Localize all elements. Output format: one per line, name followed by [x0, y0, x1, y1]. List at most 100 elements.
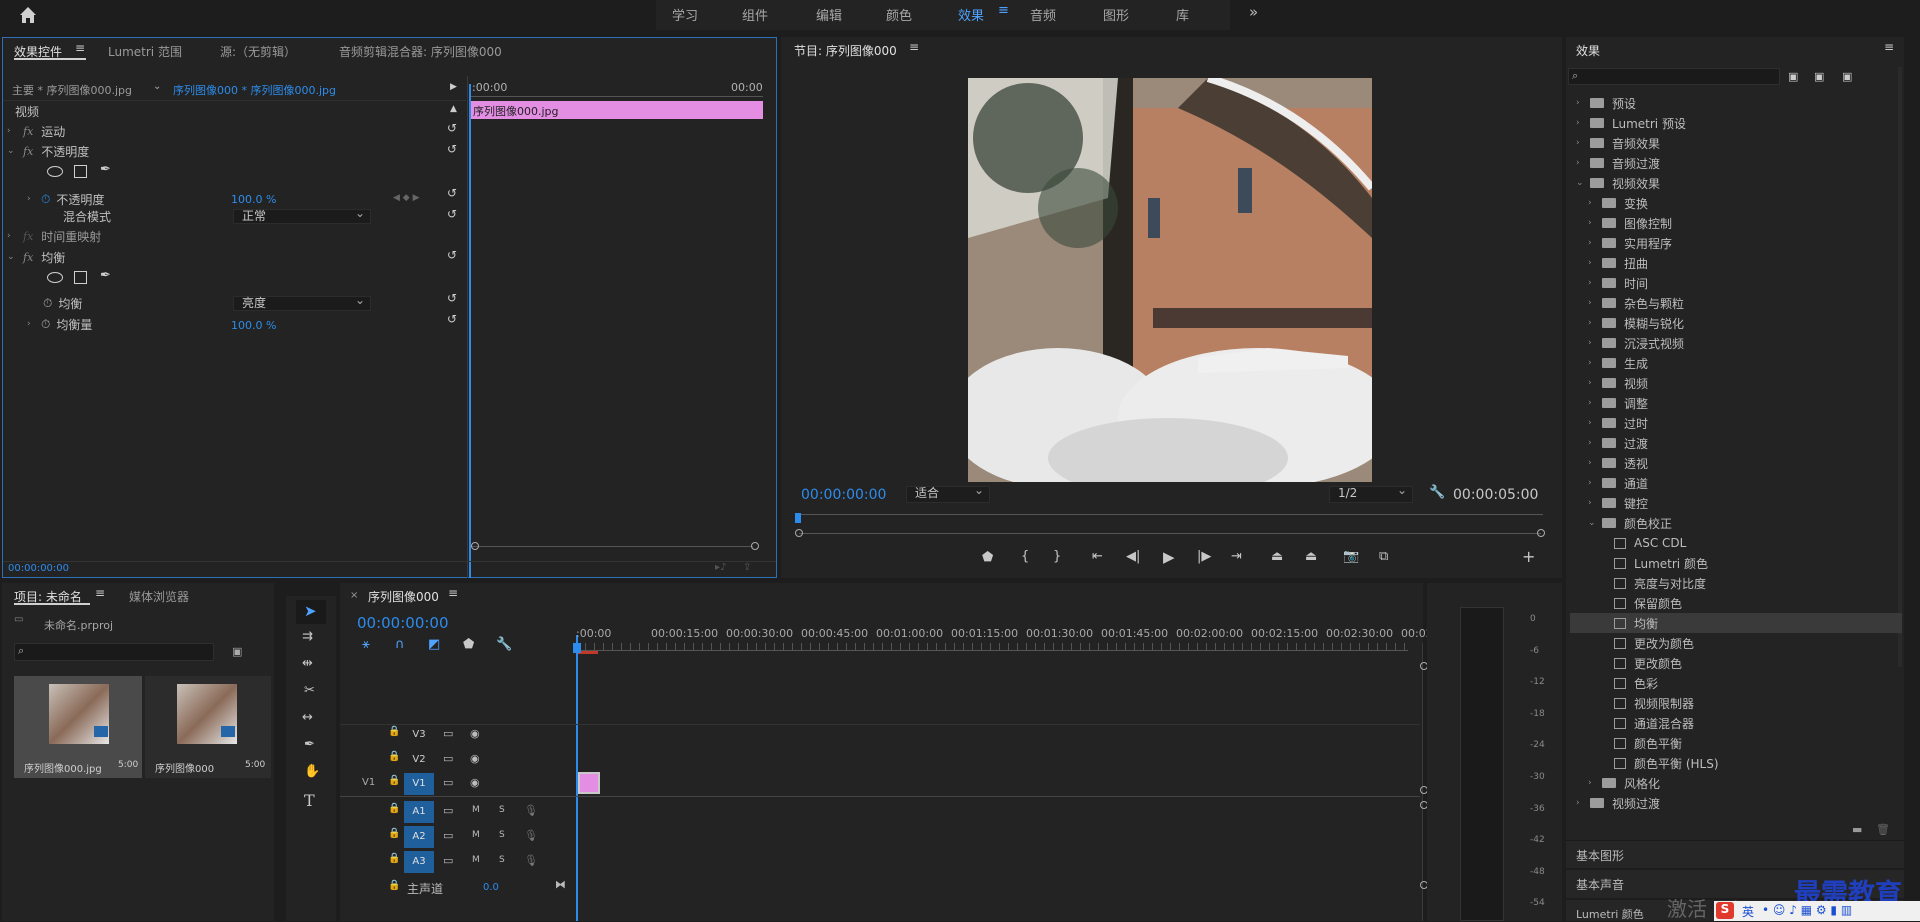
effects-tree-item[interactable]: 均衡 [1570, 613, 1902, 633]
effects-tree-item[interactable]: › 键控 [1588, 493, 1648, 513]
stopwatch-icon[interactable]: ⏱ [41, 192, 50, 207]
expand-icon[interactable]: › [1576, 98, 1586, 108]
rectangle-mask-icon[interactable] [74, 271, 87, 284]
mute-button[interactable]: M [472, 830, 480, 840]
timeline-settings-icon[interactable]: 🔧 [496, 637, 512, 652]
add-marker-icon[interactable]: ⬟ [982, 550, 993, 565]
accelerated-effects-icon[interactable]: ▣ [1788, 70, 1798, 83]
effect-time-remap[interactable]: › fx 时间重映射 [7, 226, 101, 246]
pen-tool-icon[interactable]: ✒ [304, 737, 315, 752]
expand-icon[interactable]: › [1588, 278, 1598, 288]
timeline-title[interactable]: 序列图像000 [368, 588, 439, 605]
track-target-a3[interactable]: A3 [404, 851, 434, 873]
expand-icon[interactable]: › [1588, 218, 1598, 228]
workspace-libraries[interactable]: 库 [1176, 5, 1189, 24]
expand-icon[interactable]: › [1588, 438, 1598, 448]
collapse-icon[interactable]: ⌄ [1576, 178, 1586, 188]
expand-icon[interactable]: › [1588, 378, 1598, 388]
track-target-v3[interactable]: V3 [404, 724, 434, 746]
expand-icon[interactable]: › [27, 194, 37, 204]
scroll-handle-right[interactable] [751, 542, 759, 550]
fit-select[interactable]: 适合 [906, 484, 990, 503]
mini-playhead[interactable] [469, 84, 471, 578]
mini-scrollbar[interactable] [471, 546, 753, 547]
effects-tree-item[interactable]: › 通道 [1588, 473, 1648, 493]
track-target-v1[interactable]: V1 [404, 773, 434, 795]
program-playhead[interactable] [795, 513, 801, 523]
collapse-icon[interactable]: ⌄ [7, 146, 17, 156]
source-patch-label[interactable]: V1 [362, 777, 375, 788]
workspace-editing[interactable]: 编辑 [816, 5, 842, 24]
effects-tree-item[interactable]: 保留颜色 [1600, 593, 1682, 613]
track-target-a2[interactable]: A2 [404, 826, 434, 848]
effects-tree-item[interactable]: ASC CDL [1600, 533, 1686, 553]
effects-tree-item[interactable]: › 过时 [1588, 413, 1648, 433]
lock-icon[interactable]: 🔒 [388, 853, 400, 864]
go-to-in-icon[interactable]: ⇤ [1092, 549, 1103, 564]
expand-icon[interactable]: › [1588, 458, 1598, 468]
tab-lumetri-scopes[interactable]: Lumetri 范围 [108, 43, 182, 60]
lock-icon[interactable]: 🔒 [388, 751, 400, 762]
comparison-view-icon[interactable]: ⧉ [1379, 549, 1388, 564]
reset-icon[interactable]: ↺ [447, 291, 457, 305]
expand-icon[interactable]: › [1576, 118, 1586, 128]
stopwatch-icon[interactable]: ⏱ [43, 296, 52, 311]
workspace-audio[interactable]: 音频 [1030, 5, 1056, 24]
close-tab-icon[interactable]: × [350, 590, 358, 601]
effects-tree-item[interactable]: › 模糊与锐化 [1588, 313, 1684, 333]
project-search-input[interactable]: ⌕ [14, 643, 214, 661]
effects-tree-item[interactable]: › 视频 [1588, 373, 1648, 393]
effects-tree-item[interactable]: › 过渡 [1588, 433, 1648, 453]
opacity-value[interactable]: 100.0 % [231, 193, 276, 206]
equalize-amount-value[interactable]: 100.0 % [231, 319, 276, 332]
reset-icon[interactable]: ↺ [447, 121, 457, 135]
timeline-ruler-ticks[interactable] [576, 643, 1408, 651]
sync-lock-icon[interactable]: ▭ [443, 829, 453, 842]
keyframe-nav-icon[interactable]: ◀ ◆ ▶ [393, 193, 420, 203]
home-icon[interactable] [16, 4, 40, 26]
effects-tree-item[interactable]: › 风格化 [1588, 773, 1660, 793]
export-icon[interactable]: ⇪ [743, 562, 751, 573]
effect-controls-timecode[interactable]: 00:00:00:00 [8, 563, 69, 574]
mark-in-icon[interactable]: { [1021, 549, 1029, 564]
workspace-graphics[interactable]: 图形 [1103, 5, 1129, 24]
sync-lock-icon[interactable]: ▭ [443, 752, 453, 765]
effects-tree-item[interactable]: 颜色平衡 [1600, 733, 1682, 753]
collapse-icon[interactable]: ⌄ [1588, 518, 1598, 528]
32bit-effects-icon[interactable]: ▣ [1814, 70, 1824, 83]
fx-icon[interactable]: fx [23, 145, 33, 158]
tab-audio-clip-mixer[interactable]: 音频剪辑混合器: 序列图像000 [339, 43, 502, 60]
pen-mask-icon[interactable]: ✒ [100, 162, 111, 177]
expand-icon[interactable]: › [1588, 258, 1598, 268]
ime-toolbar[interactable]: S 英 • ☺ ♪ ▦ ⚙ ▮ ▥ [1714, 901, 1920, 921]
collapse-icon[interactable]: ▲ [450, 104, 457, 114]
step-back-icon[interactable]: ◀| [1126, 549, 1140, 564]
solo-button[interactable]: S [499, 855, 505, 865]
fx-icon[interactable]: fx [23, 230, 33, 243]
go-to-out-icon[interactable]: ⇥ [1231, 549, 1242, 564]
step-forward-icon[interactable]: |▶ [1197, 549, 1211, 564]
voiceover-icon[interactable]: 🎙 [524, 829, 538, 842]
sequence-clip-label[interactable]: 序列图像000 * 序列图像000.jpg [173, 82, 336, 98]
effects-tree-item[interactable]: › 杂色与颗粒 [1588, 293, 1684, 313]
solo-button[interactable]: S [499, 805, 505, 815]
expand-icon[interactable]: › [27, 319, 37, 329]
effects-tree-item[interactable]: ⌄ 颜色校正 [1588, 513, 1672, 533]
effects-tree-item[interactable]: › Lumetri 预设 [1576, 113, 1686, 133]
fx-icon[interactable]: fx [23, 125, 33, 138]
stopwatch-icon[interactable]: ⏱ [41, 317, 50, 332]
resolution-select[interactable]: 1/2 [1329, 484, 1413, 503]
slip-tool-icon[interactable]: ↔ [302, 710, 313, 725]
lock-icon[interactable]: 🔒 [388, 775, 400, 786]
new-folder-icon[interactable]: ▬ [1852, 823, 1862, 836]
pen-mask-icon[interactable]: ✒ [100, 268, 111, 283]
reset-icon[interactable]: ↺ [447, 248, 457, 262]
tab-media-browser[interactable]: 媒体浏览器 [129, 588, 189, 605]
effect-equalize[interactable]: ⌄ fx 均衡 [7, 247, 65, 267]
fx-icon[interactable]: fx [23, 251, 33, 264]
expand-icon[interactable]: › [1576, 158, 1586, 168]
delete-icon[interactable]: 🗑 [1876, 823, 1890, 836]
export-frame-icon[interactable]: 📷 [1343, 549, 1359, 564]
effects-tree-item[interactable]: 通道混合器 [1600, 713, 1694, 733]
effects-tree-item[interactable]: › 扭曲 [1588, 253, 1648, 273]
